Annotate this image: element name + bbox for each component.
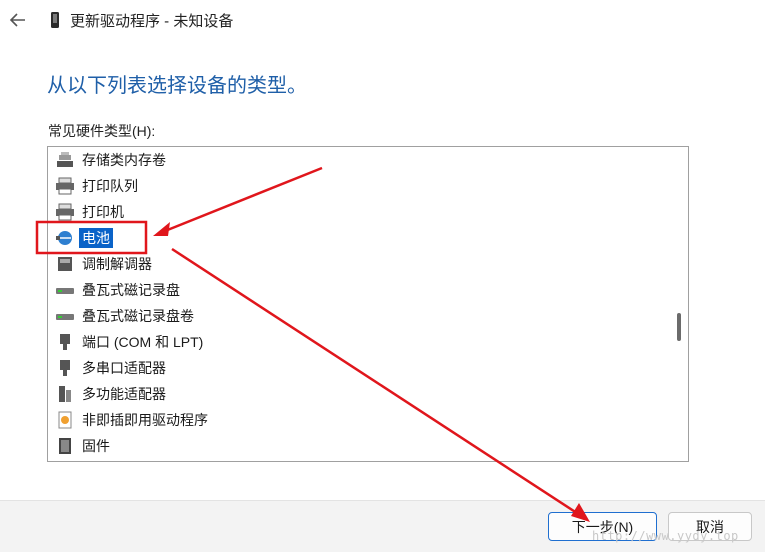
printer-icon — [56, 177, 74, 195]
list-item-label: 端口 (COM 和 LPT) — [82, 334, 204, 350]
port-icon — [60, 334, 70, 350]
port-icon — [60, 360, 70, 376]
list-label: 常见硬件类型(H): — [48, 123, 156, 139]
scrollbar-thumb[interactable] — [677, 313, 681, 341]
list-item-selected[interactable]: 电池 — [55, 226, 113, 250]
back-arrow-icon[interactable] — [6, 8, 30, 32]
page-heading: 从以下列表选择设备的类型。 — [47, 75, 307, 97]
printer-icon — [56, 203, 74, 221]
disk-icon — [56, 314, 74, 320]
list-item[interactable]: 打印机 — [55, 200, 127, 224]
disk-icon — [56, 288, 74, 294]
list-item[interactable]: 端口 (COM 和 LPT) — [55, 330, 206, 354]
list-item[interactable]: 叠瓦式磁记录盘卷 — [55, 304, 197, 328]
list-item-label: 电池 — [79, 228, 113, 248]
list-item-label: 存储类内存卷 — [82, 152, 166, 168]
modem-icon — [58, 257, 72, 271]
watermark: http://www.yydy.top — [592, 529, 739, 543]
list-item-label: 打印队列 — [82, 178, 138, 194]
list-item[interactable]: 调制解调器 — [55, 252, 155, 276]
list-item[interactable]: 存储类内存卷 — [55, 148, 169, 172]
memory-icon — [57, 152, 73, 167]
list-item-label: 叠瓦式磁记录盘卷 — [82, 308, 194, 324]
firmware-icon — [59, 438, 71, 454]
driver-icon — [58, 411, 72, 429]
hardware-type-list[interactable]: 存储类内存卷 打印队列 打印机 电池 调制解调器 叠瓦式磁记录盘 叠瓦式磁记录盘… — [47, 146, 689, 462]
list-item[interactable]: 多功能适配器 — [55, 382, 169, 406]
list-item-label: 打印机 — [82, 204, 124, 220]
list-item-label: 多串口适配器 — [82, 360, 166, 376]
window-title: 更新驱动程序 - 未知设备 — [70, 13, 234, 30]
list-item[interactable]: 多串口适配器 — [55, 356, 169, 380]
list-item-label: 调制解调器 — [82, 256, 152, 272]
list-item[interactable]: 非即插即用驱动程序 — [55, 408, 211, 432]
battery-icon — [56, 231, 72, 245]
list-item-label: 多功能适配器 — [82, 386, 166, 402]
multifunction-icon — [59, 386, 71, 402]
list-item[interactable]: 固件 — [55, 434, 113, 458]
list-item-label: 非即插即用驱动程序 — [82, 412, 208, 428]
list-item-label: 固件 — [82, 438, 110, 454]
list-item-label: 叠瓦式磁记录盘 — [82, 282, 180, 298]
list-item[interactable]: 打印队列 — [55, 174, 141, 198]
title-bar: 更新驱动程序 - 未知设备 — [0, 0, 765, 40]
device-icon — [51, 12, 59, 28]
list-item[interactable]: 叠瓦式磁记录盘 — [55, 278, 183, 302]
